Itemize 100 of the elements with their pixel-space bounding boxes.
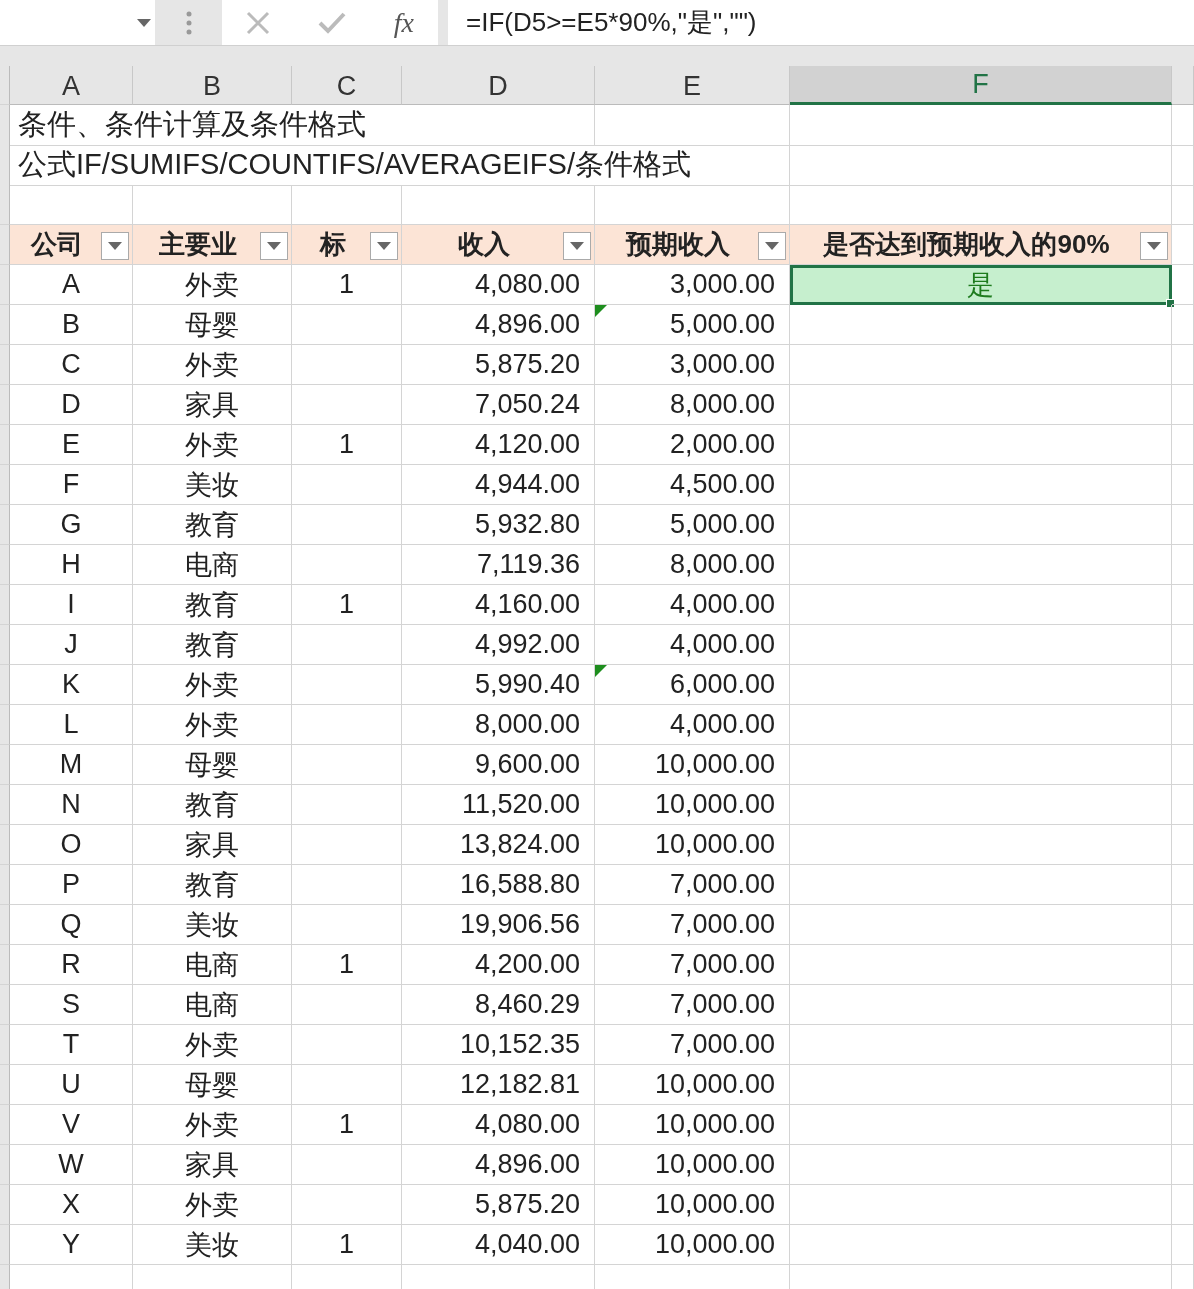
row-header[interactable] xyxy=(0,705,10,745)
filter-button[interactable] xyxy=(260,232,288,260)
result-cell[interactable]: 是 xyxy=(790,265,1172,305)
empty-cell[interactable] xyxy=(1172,665,1194,705)
row-header[interactable] xyxy=(0,1105,10,1145)
empty-cell[interactable] xyxy=(292,345,402,385)
empty-cell[interactable] xyxy=(1172,825,1194,865)
row-header[interactable] xyxy=(0,425,10,465)
empty-cell[interactable] xyxy=(292,665,402,705)
empty-cell[interactable] xyxy=(1172,305,1194,345)
empty-cell[interactable] xyxy=(292,825,402,865)
row-header[interactable] xyxy=(0,545,10,585)
empty-cell[interactable] xyxy=(1172,105,1194,146)
row-header[interactable] xyxy=(0,305,10,345)
empty-cell[interactable] xyxy=(1172,185,1194,225)
empty-cell[interactable] xyxy=(292,865,402,905)
row-header[interactable] xyxy=(0,905,10,945)
empty-cell[interactable] xyxy=(292,545,402,585)
empty-cell[interactable] xyxy=(790,1225,1172,1265)
empty-cell[interactable] xyxy=(292,625,402,665)
empty-cell[interactable] xyxy=(790,1065,1172,1105)
row-header[interactable] xyxy=(0,1065,10,1105)
row-header[interactable] xyxy=(0,385,10,425)
empty-cell[interactable] xyxy=(790,945,1172,985)
empty-cell[interactable] xyxy=(790,705,1172,745)
empty-cell[interactable] xyxy=(790,865,1172,905)
empty-cell[interactable] xyxy=(1172,425,1194,465)
empty-cell[interactable] xyxy=(790,1145,1172,1185)
function-button[interactable]: fx xyxy=(393,6,414,39)
empty-cell[interactable] xyxy=(790,785,1172,825)
empty-cell[interactable] xyxy=(292,985,402,1025)
row-header[interactable] xyxy=(0,625,10,665)
empty-cell[interactable] xyxy=(292,905,402,945)
empty-cell[interactable] xyxy=(790,105,1172,146)
name-box[interactable] xyxy=(0,0,155,45)
close-icon[interactable] xyxy=(245,10,270,35)
empty-cell[interactable] xyxy=(1172,345,1194,385)
empty-cell[interactable] xyxy=(595,105,790,146)
empty-cell[interactable] xyxy=(790,465,1172,505)
empty-cell[interactable] xyxy=(1172,1185,1194,1225)
row-header[interactable] xyxy=(0,105,10,146)
empty-cell[interactable] xyxy=(790,505,1172,545)
empty-cell[interactable] xyxy=(1172,625,1194,665)
empty-cell[interactable] xyxy=(1172,865,1194,905)
empty-cell[interactable] xyxy=(1172,585,1194,625)
fill-handle[interactable] xyxy=(1166,299,1175,308)
empty-cell[interactable] xyxy=(292,785,402,825)
empty-cell[interactable] xyxy=(292,305,402,345)
empty-cell[interactable] xyxy=(292,745,402,785)
empty-cell[interactable] xyxy=(1172,265,1194,305)
empty-cell[interactable] xyxy=(1172,1025,1194,1065)
empty-cell[interactable] xyxy=(1172,545,1194,585)
empty-cell[interactable] xyxy=(790,905,1172,945)
empty-cell[interactable] xyxy=(1172,1065,1194,1105)
empty-cell[interactable] xyxy=(1172,465,1194,505)
formula-field[interactable]: =IF(D5>=E5*90%,"是","") xyxy=(448,0,1194,45)
row-header[interactable] xyxy=(0,1145,10,1185)
row-header[interactable] xyxy=(0,785,10,825)
row-header[interactable] xyxy=(0,1025,10,1065)
empty-cell[interactable] xyxy=(790,665,1172,705)
column-header[interactable] xyxy=(0,66,10,105)
empty-cell[interactable] xyxy=(790,585,1172,625)
empty-cell[interactable] xyxy=(1172,945,1194,985)
empty-cell[interactable] xyxy=(790,985,1172,1025)
column-header[interactable]: B xyxy=(133,66,292,105)
empty-cell[interactable] xyxy=(292,1065,402,1105)
empty-cell[interactable] xyxy=(292,1185,402,1225)
column-header[interactable]: D xyxy=(402,66,595,105)
empty-cell[interactable] xyxy=(790,625,1172,665)
empty-cell[interactable] xyxy=(790,345,1172,385)
empty-cell[interactable] xyxy=(1172,745,1194,785)
empty-cell[interactable] xyxy=(790,1185,1172,1225)
column-header[interactable] xyxy=(1172,66,1194,105)
row-header[interactable] xyxy=(0,505,10,545)
empty-cell[interactable] xyxy=(790,825,1172,865)
empty-cell[interactable] xyxy=(790,745,1172,785)
empty-cell[interactable] xyxy=(790,545,1172,585)
empty-cell[interactable] xyxy=(790,145,1172,186)
empty-cell[interactable] xyxy=(292,505,402,545)
row-header[interactable] xyxy=(0,345,10,385)
row-header[interactable] xyxy=(0,665,10,705)
empty-cell[interactable] xyxy=(292,1025,402,1065)
empty-cell[interactable] xyxy=(790,1105,1172,1145)
empty-cell[interactable] xyxy=(1172,1225,1194,1265)
empty-cell[interactable] xyxy=(292,705,402,745)
column-header[interactable]: C xyxy=(292,66,402,105)
empty-cell[interactable] xyxy=(292,1145,402,1185)
row-header[interactable] xyxy=(0,265,10,305)
filter-button[interactable] xyxy=(758,232,786,260)
empty-cell[interactable] xyxy=(1172,225,1194,265)
filter-button[interactable] xyxy=(563,232,591,260)
column-header[interactable]: F xyxy=(790,66,1172,105)
row-header[interactable] xyxy=(0,1185,10,1225)
check-icon[interactable] xyxy=(317,11,346,34)
empty-cell[interactable] xyxy=(1172,785,1194,825)
empty-cell[interactable] xyxy=(1172,1145,1194,1185)
column-header[interactable]: A xyxy=(10,66,133,105)
empty-cell[interactable] xyxy=(790,305,1172,345)
empty-cell[interactable] xyxy=(1172,905,1194,945)
row-header[interactable] xyxy=(0,225,10,265)
